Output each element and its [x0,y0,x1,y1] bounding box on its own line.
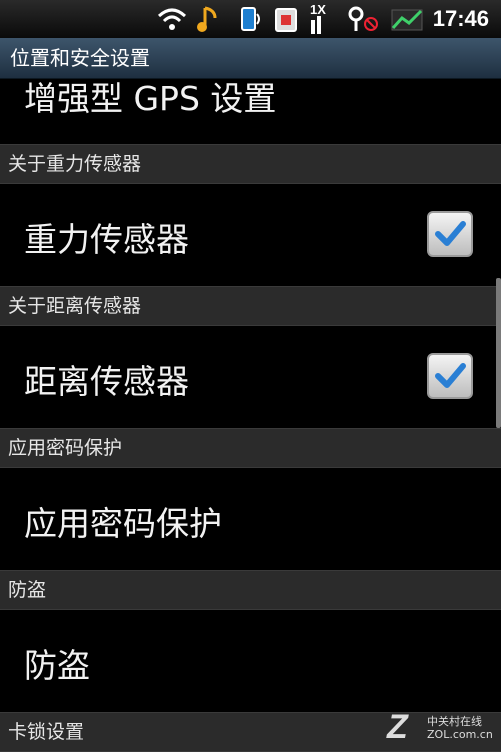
gravity-sensor-checkbox[interactable] [427,211,473,257]
watermark-logo: Z [387,708,408,746]
section-header-label: 卡锁设置 [8,721,85,743]
proximity-sensor-item[interactable]: 距离传感器 [0,325,501,430]
gravity-sensor-label: 重力传感器 [24,220,189,259]
watermark: Z 中关村在线 ZOL.com.cn [387,708,497,746]
checkmark-icon [435,363,466,388]
app-password-label: 应用密码保护 [24,504,222,543]
section-header-proximity: 关于距离传感器 [0,286,501,326]
proximity-sensor-label: 距离传感器 [24,362,189,401]
anti-theft-item[interactable]: 防盗 [0,609,501,714]
section-header-gravity: 关于重力传感器 [0,144,501,184]
section-header-anti-theft: 防盗 [0,570,501,610]
status-bar: 1X 17:46 [0,0,501,38]
signal-strength-icon [391,9,423,31]
enhanced-gps-settings-item[interactable]: 增强型 GPS 设置 [0,78,501,144]
title-bar: 位置和安全设置 [0,38,501,79]
watermark-cn: 中关村在线 [427,715,482,728]
music-note-icon [197,6,217,32]
section-header-label: 关于重力传感器 [8,153,142,175]
checkmark-icon [435,221,466,246]
1x-signal-icon: 1X [308,2,332,36]
enhanced-gps-label: 增强型 GPS 设置 [24,79,277,118]
page-title: 位置和安全设置 [10,46,150,70]
proximity-sensor-checkbox[interactable] [427,353,473,399]
scrollbar[interactable] [496,278,501,428]
settings-list[interactable]: 增强型 GPS 设置 关于重力传感器 重力传感器 关于距离传感器 距离传感器 应… [0,78,501,752]
watermark-url: ZOL.com.cn [427,728,493,741]
clock: 17:46 [432,6,489,31]
section-header-app-password: 应用密码保护 [0,428,501,468]
phone-icon [241,7,260,31]
alarm-icon [348,6,378,31]
section-header-label: 应用密码保护 [8,437,123,459]
sim-icon [275,8,297,32]
gravity-sensor-item[interactable]: 重力传感器 [0,183,501,288]
wifi-icon [157,8,187,30]
anti-theft-label: 防盗 [24,646,90,685]
section-header-label: 关于距离传感器 [8,295,142,317]
section-header-label: 防盗 [8,579,47,601]
app-password-item[interactable]: 应用密码保护 [0,467,501,572]
